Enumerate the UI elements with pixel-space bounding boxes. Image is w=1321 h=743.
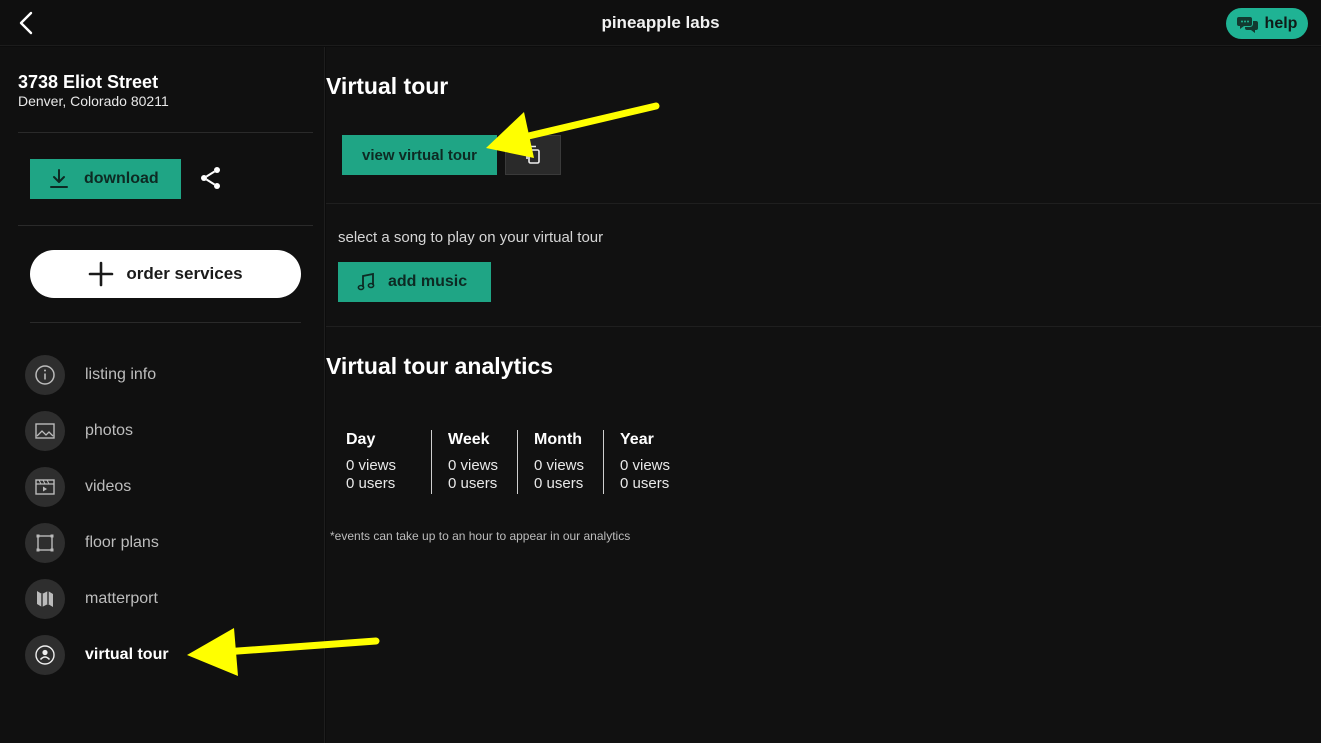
copy-link-button[interactable] [505, 135, 561, 175]
app-title: pineapple labs [601, 13, 720, 32]
copy-icon [526, 145, 540, 164]
sidebar-item-floor-plans[interactable]: floor plans [25, 523, 159, 563]
sidebar-item-matterport[interactable]: matterport [25, 579, 158, 619]
analytics-title: Virtual tour analytics [326, 353, 554, 379]
image-icon [25, 411, 65, 451]
stat-period: Month [534, 431, 582, 448]
view-virtual-tour-button[interactable]: view virtual tour [342, 135, 497, 175]
analytics-stats: Day 0 views 0 users Week 0 views 0 users… [346, 430, 690, 494]
music-note-icon [357, 272, 375, 291]
download-label: download [84, 170, 159, 187]
property-street: 3738 Eliot Street [18, 72, 159, 92]
stat-views: 0 views [346, 457, 397, 474]
share-icon [201, 167, 220, 189]
sidebar-item-label: videos [85, 478, 132, 495]
sidebar-item-label: photos [85, 422, 134, 439]
analytics-footnote: *events can take up to an hour to appear… [330, 529, 631, 543]
plus-icon [89, 261, 114, 287]
stat-users: 0 users [448, 475, 498, 492]
stat-period: Day [346, 431, 376, 448]
share-button[interactable] [198, 165, 224, 191]
music-hint: select a song to play on your virtual to… [338, 229, 604, 246]
stat-views: 0 views [448, 457, 499, 474]
sidebar-item-virtual-tour[interactable]: virtual tour [25, 635, 169, 675]
stat-users: 0 users [534, 475, 584, 492]
divider [18, 225, 313, 226]
video-icon [25, 467, 65, 507]
matterport-icon [25, 579, 65, 619]
divider [30, 322, 301, 323]
divider [18, 132, 313, 133]
stat-week: Week 0 views 0 users [432, 430, 518, 494]
sidebar-item-listing-info[interactable]: listing info [25, 355, 156, 395]
virtual-tour-icon [25, 635, 65, 675]
stat-day: Day 0 views 0 users [346, 430, 432, 494]
help-label: help [1264, 14, 1298, 32]
stat-users: 0 users [346, 475, 396, 492]
order-services-button[interactable]: order services [30, 250, 301, 298]
top-bar: pineapple labs help [0, 0, 1321, 46]
add-music-label: add music [388, 273, 468, 290]
sidebar-item-label: virtual tour [85, 646, 169, 663]
download-button[interactable]: download [30, 159, 181, 199]
stat-views: 0 views [534, 457, 585, 474]
download-icon [50, 169, 68, 188]
divider [326, 203, 1321, 204]
stat-period: Week [448, 431, 490, 448]
sidebar-item-label: floor plans [85, 534, 159, 551]
sidebar: 3738 Eliot Street Denver, Colorado 80211… [0, 47, 325, 743]
stat-period: Year [620, 431, 654, 448]
add-music-button[interactable]: add music [338, 262, 491, 302]
order-services-label: order services [126, 264, 243, 283]
stat-year: Year 0 views 0 users [604, 430, 690, 494]
help-button[interactable]: help [1226, 8, 1308, 39]
chat-bubbles-icon [1236, 16, 1258, 33]
stat-views: 0 views [620, 457, 671, 474]
sidebar-item-videos[interactable]: videos [25, 467, 131, 507]
sidebar-item-label: matterport [85, 590, 158, 607]
stat-month: Month 0 views 0 users [518, 430, 604, 494]
floor-plan-icon [25, 523, 65, 563]
main-content: Virtual tour view virtual tour select a … [326, 47, 1321, 743]
virtual-tour-title: Virtual tour [326, 73, 449, 99]
divider [326, 326, 1321, 327]
info-icon [25, 355, 65, 395]
sidebar-item-label: listing info [85, 366, 157, 383]
stat-users: 0 users [620, 475, 670, 492]
property-city: Denver, Colorado 80211 [18, 93, 169, 109]
sidebar-item-photos[interactable]: photos [25, 411, 133, 451]
